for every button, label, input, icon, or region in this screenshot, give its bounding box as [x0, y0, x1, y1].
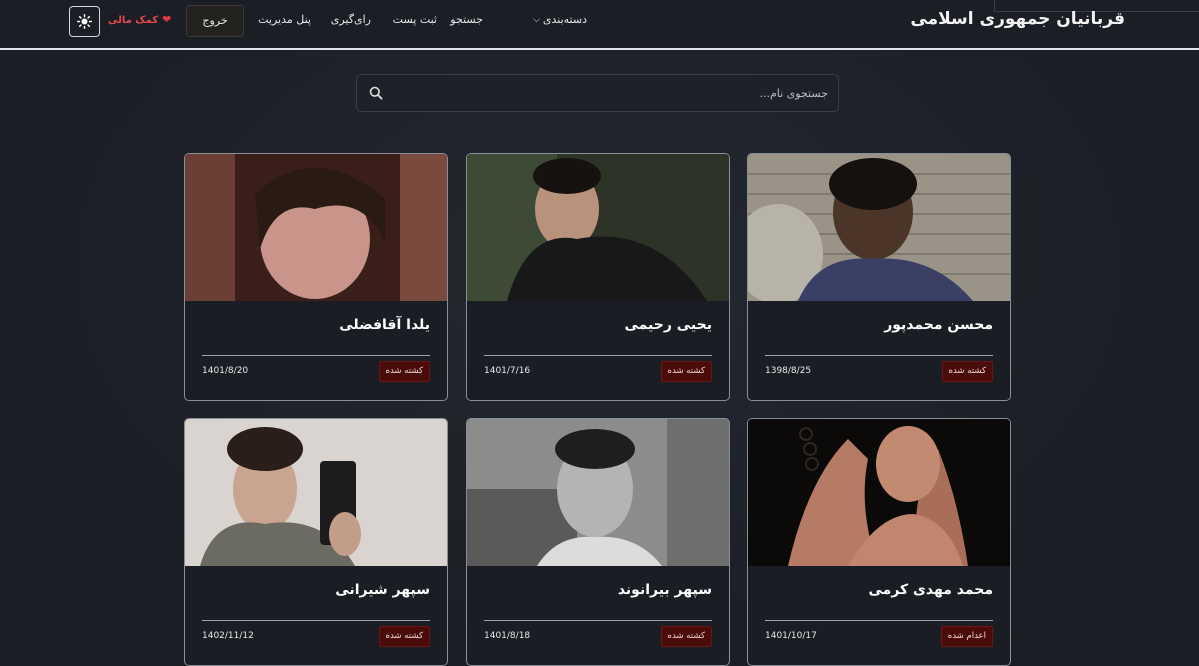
victim-photo — [467, 419, 729, 566]
sun-icon — [77, 14, 92, 29]
victim-name: سپهر شیرانی — [335, 582, 430, 598]
victim-name: محمد مهدی کرمی — [868, 582, 994, 598]
card-divider — [484, 620, 712, 621]
donate-link[interactable]: ❤کمک مالی — [108, 13, 171, 26]
victim-date: 1398/8/25 — [765, 366, 812, 376]
theme-toggle-button[interactable] — [69, 6, 100, 37]
victim-card[interactable]: یلدا آقافضلی 1401/8/20 کشته شده — [184, 153, 448, 401]
donate-label: کمک مالی — [108, 15, 159, 26]
nav-voting[interactable]: رای‌گیری — [331, 13, 371, 26]
victim-date: 1401/8/18 — [484, 631, 531, 641]
nav-admin-panel[interactable]: پنل مدیریت — [258, 13, 311, 26]
card-divider — [765, 620, 993, 621]
name-search-box — [356, 74, 839, 112]
search-icon[interactable] — [369, 86, 383, 100]
victim-date: 1401/10/17 — [765, 631, 817, 641]
card-divider — [765, 355, 993, 356]
card-divider — [484, 355, 712, 356]
nav-categories-label: دسته‌بندی — [542, 13, 587, 26]
card-divider — [202, 355, 430, 356]
victim-photo — [185, 419, 447, 566]
status-badge: اعدام شده — [940, 626, 993, 647]
top-navbar: قربانیان جمهوری اسلامی دسته‌بندی⌵ جستجو … — [0, 0, 1199, 50]
victim-date: 1402/11/12 — [202, 631, 254, 641]
victim-photo — [185, 154, 447, 301]
victim-name: محسن محمدپور — [884, 317, 993, 333]
nav-submit-post[interactable]: ثبت پست — [393, 13, 437, 26]
status-badge: کشته شده — [378, 626, 430, 647]
status-badge: کشته شده — [660, 626, 712, 647]
card-divider — [202, 620, 430, 621]
victim-card[interactable]: سپهر شیرانی 1402/11/12 کشته شده — [184, 418, 448, 666]
nav-search[interactable]: جستجو — [450, 13, 483, 26]
status-badge: کشته شده — [941, 361, 993, 382]
site-title[interactable]: قربانیان جمهوری اسلامی — [910, 9, 1125, 29]
victim-date: 1401/7/16 — [484, 366, 531, 376]
victim-card[interactable]: سپهر بیرانوند 1401/8/18 کشته شده — [466, 418, 730, 666]
name-search-input[interactable] — [408, 75, 828, 111]
status-badge: کشته شده — [660, 361, 712, 382]
victim-name: یلدا آقافضلی — [339, 317, 430, 333]
victim-date: 1401/8/20 — [202, 366, 249, 376]
victim-name: سپهر بیرانوند — [617, 582, 712, 598]
victim-card[interactable]: یحیی رحیمی 1401/7/16 کشته شده — [466, 153, 730, 401]
victim-card[interactable]: محمد مهدی کرمی 1401/10/17 اعدام شده — [747, 418, 1011, 666]
victim-card[interactable]: محسن محمدپور 1398/8/25 کشته شده — [747, 153, 1011, 401]
logout-button[interactable]: خروج — [186, 5, 244, 37]
victim-photo — [467, 154, 729, 301]
chevron-down-icon: ⌵ — [533, 15, 540, 25]
victim-photo — [748, 419, 1010, 566]
status-badge: کشته شده — [378, 361, 430, 382]
nav-categories[interactable]: دسته‌بندی⌵ — [533, 13, 587, 26]
heart-icon: ❤ — [162, 13, 172, 26]
victim-name: یحیی رحیمی — [624, 317, 712, 333]
victim-photo — [748, 154, 1010, 301]
